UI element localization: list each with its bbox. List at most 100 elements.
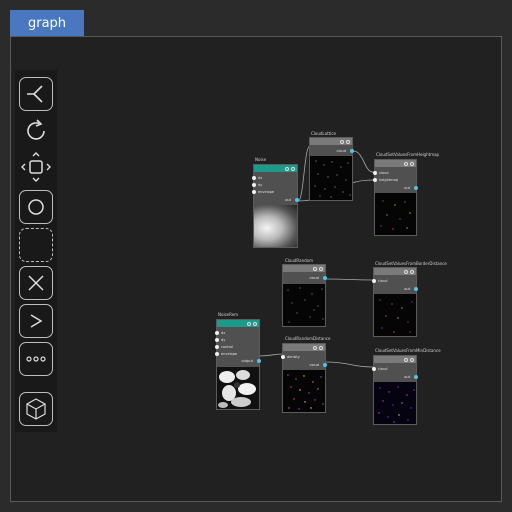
port-label: cloud: [309, 276, 319, 280]
port-label: heightmap: [379, 178, 398, 182]
port-label: envelope: [221, 352, 238, 356]
port-label: output: [241, 359, 253, 363]
port-label: dy: [258, 183, 263, 187]
fork-icon[interactable]: [19, 77, 53, 111]
node-cloud-lattice[interactable]: cloud: [309, 137, 354, 201]
random-distance-preview: [283, 370, 325, 412]
node-header: [283, 265, 325, 272]
rect-select-icon[interactable]: [19, 228, 53, 262]
output-port[interactable]: [257, 359, 261, 363]
eye-icon[interactable]: [340, 139, 344, 144]
node-cloud-random-distance[interactable]: density cloud: [281, 343, 327, 413]
cloud-random-preview: [283, 284, 325, 326]
cloud-lattice-preview: [310, 156, 352, 200]
node-header: [374, 356, 416, 363]
node-cloud-set-heightmap[interactable]: cloud heightmap out: [373, 159, 418, 236]
port-label: cloud: [378, 367, 388, 371]
node-header: [374, 268, 416, 275]
toolbar: [15, 70, 57, 432]
input-port[interactable]: [215, 338, 219, 342]
eye-icon[interactable]: [404, 357, 408, 362]
eye-icon[interactable]: [313, 266, 317, 271]
port-label: dx: [221, 331, 226, 335]
input-port[interactable]: [373, 178, 377, 182]
port-label: density: [287, 355, 300, 359]
input-port[interactable]: [215, 352, 219, 356]
node-title: CloudRandomDistance: [285, 336, 331, 341]
port-label: cloud: [378, 279, 388, 283]
eye-icon[interactable]: [404, 161, 408, 166]
node-header: [283, 344, 325, 351]
node-title: NoiseRem: [218, 312, 239, 317]
input-port[interactable]: [215, 331, 219, 335]
port-label: out: [404, 186, 410, 190]
more-icon[interactable]: [19, 342, 53, 376]
node-noise[interactable]: dx dy envelope out: [252, 164, 299, 248]
gear-icon[interactable]: [319, 266, 323, 271]
node-cloud-set-border[interactable]: cloud out: [372, 267, 418, 337]
port-label: envelope: [258, 190, 275, 194]
output-port[interactable]: [414, 287, 418, 291]
port-label: out: [285, 198, 291, 202]
graph-canvas[interactable]: [10, 36, 502, 502]
noise-rem-preview: [217, 367, 259, 409]
port-label: control: [221, 345, 234, 349]
port-label: cloud: [336, 149, 346, 153]
input-port[interactable]: [215, 345, 219, 349]
port-label: out: [404, 375, 410, 379]
port-label: dy: [221, 338, 226, 342]
chevron-right-icon[interactable]: [19, 304, 53, 338]
node-header: [375, 160, 416, 167]
node-title: CloudRandom: [285, 258, 313, 263]
node-title: CloudSetValuesFromHeightmap: [376, 152, 440, 157]
input-port[interactable]: [252, 176, 256, 180]
node-title: Noise: [255, 157, 267, 162]
node-header: [254, 165, 297, 172]
node-cloud-random[interactable]: cloud: [282, 264, 327, 327]
border-distance-preview: [374, 294, 416, 336]
node-title: CloudSetValuesFromMinDistance: [375, 348, 441, 353]
heightmap-preview: [375, 193, 416, 235]
eye-icon[interactable]: [285, 166, 289, 171]
port-label: out: [404, 287, 410, 291]
gear-icon[interactable]: [291, 166, 295, 171]
input-port[interactable]: [372, 367, 376, 371]
output-port[interactable]: [414, 375, 418, 379]
port-label: dx: [258, 176, 263, 180]
gear-icon[interactable]: [253, 321, 257, 326]
node-title: CloudLattice: [311, 131, 337, 136]
gear-icon[interactable]: [319, 345, 323, 350]
port-label: cloud: [309, 363, 319, 367]
output-port[interactable]: [323, 363, 327, 367]
gear-icon[interactable]: [410, 161, 414, 166]
tab-graph[interactable]: graph: [10, 10, 84, 36]
input-port[interactable]: [372, 279, 376, 283]
input-port[interactable]: [252, 183, 256, 187]
node-header: [310, 138, 352, 145]
node-header: [217, 320, 259, 327]
noise-preview: [254, 205, 297, 247]
move-icon[interactable]: [19, 150, 53, 184]
port-label: cloud: [379, 171, 389, 175]
cube-icon[interactable]: [19, 392, 53, 426]
node-cloud-set-min-distance[interactable]: cloud out: [372, 355, 418, 425]
input-port[interactable]: [252, 190, 256, 194]
output-port[interactable]: [350, 149, 354, 153]
output-port[interactable]: [323, 276, 327, 280]
input-port[interactable]: [373, 171, 377, 175]
rotate-icon[interactable]: [19, 114, 53, 148]
eye-icon[interactable]: [313, 345, 317, 350]
min-distance-preview: [374, 382, 416, 424]
circle-select-icon[interactable]: [19, 190, 53, 224]
output-port[interactable]: [414, 186, 418, 190]
gear-icon[interactable]: [346, 139, 350, 144]
eye-icon[interactable]: [404, 269, 408, 274]
node-title: CloudSetValuesFromBorderDistance: [375, 261, 447, 266]
gear-icon[interactable]: [410, 269, 414, 274]
gear-icon[interactable]: [410, 357, 414, 362]
eye-icon[interactable]: [247, 321, 251, 326]
close-icon[interactable]: [19, 266, 53, 300]
input-port[interactable]: [281, 355, 285, 359]
node-noise-rem[interactable]: dx dy control envelope output: [215, 319, 261, 410]
output-port[interactable]: [295, 198, 299, 202]
